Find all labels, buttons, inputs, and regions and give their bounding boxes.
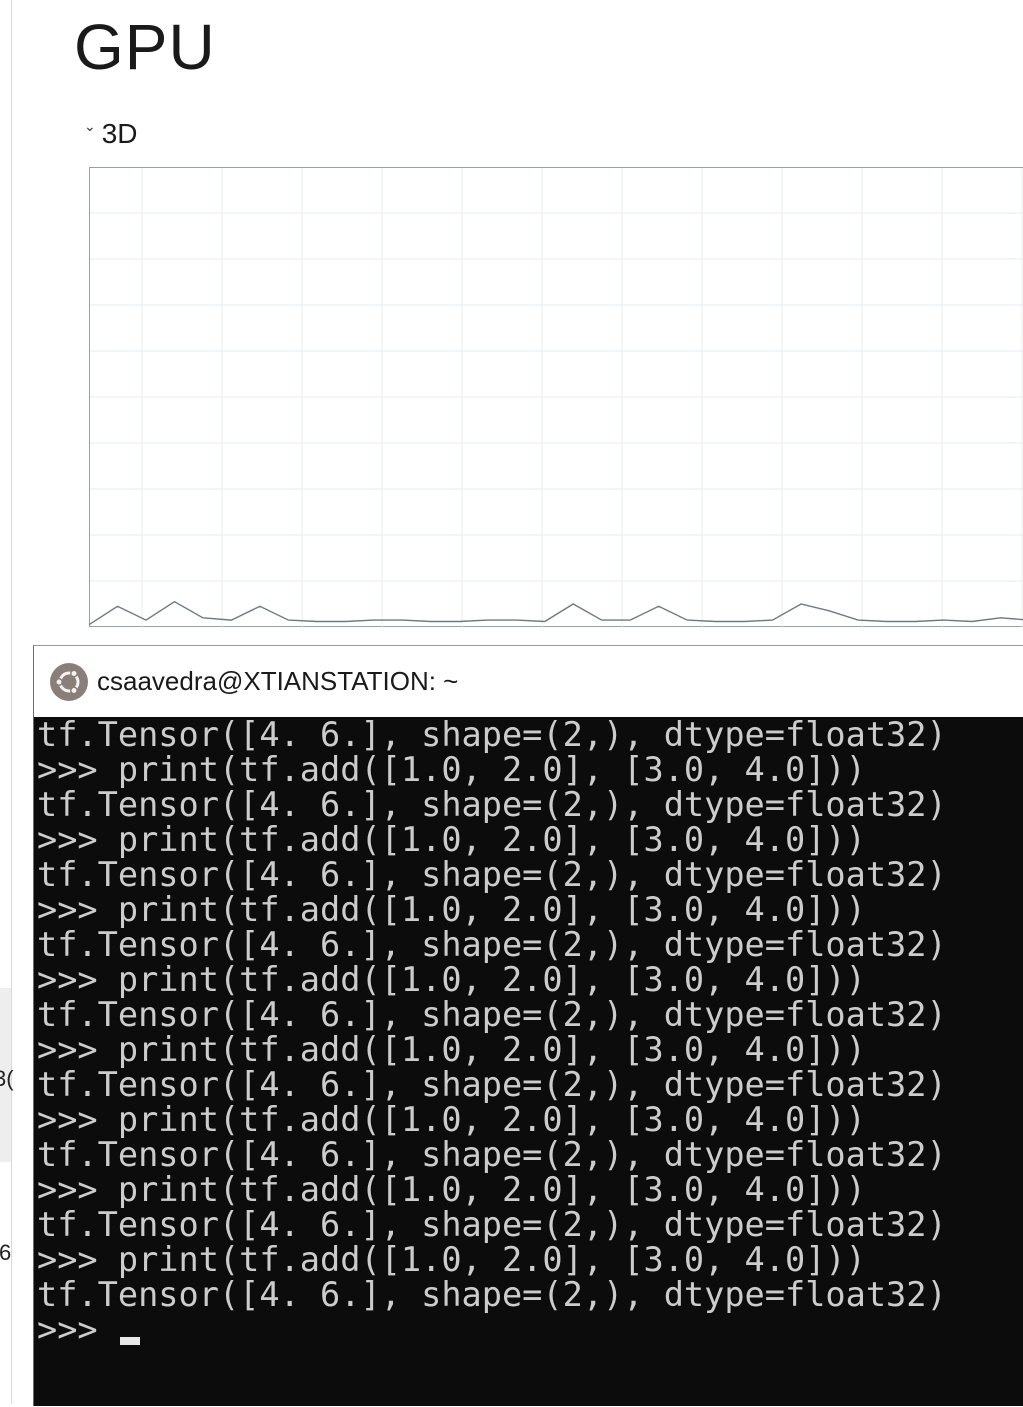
terminal-window-title: csaavedra@XTIANSTATION: ~ [97, 666, 458, 697]
terminal-line: tf.Tensor([4. 6.], shape=(2,), dtype=flo… [37, 857, 1023, 892]
text-cursor [120, 1337, 140, 1345]
page-title: GPU [74, 10, 216, 84]
terminal-window[interactable]: csaavedra@XTIANSTATION: ~ tf.Tensor([4. … [33, 645, 1023, 1406]
terminal-line: tf.Tensor([4. 6.], shape=(2,), dtype=flo… [37, 1067, 1023, 1102]
left-navigation-strip [0, 0, 12, 1404]
terminal-line: >>> print(tf.add([1.0, 2.0], [3.0, 4.0])… [37, 1102, 1023, 1137]
terminal-line: >>> print(tf.add([1.0, 2.0], [3.0, 4.0])… [37, 822, 1023, 857]
terminal-line: tf.Tensor([4. 6.], shape=(2,), dtype=flo… [37, 997, 1023, 1032]
terminal-output[interactable]: tf.Tensor([4. 6.], shape=(2,), dtype=flo… [37, 717, 1023, 1407]
terminal-line: tf.Tensor([4. 6.], shape=(2,), dtype=flo… [37, 1137, 1023, 1172]
terminal-lines: tf.Tensor([4. 6.], shape=(2,), dtype=flo… [37, 717, 1023, 1312]
terminal-line: tf.Tensor([4. 6.], shape=(2,), dtype=flo… [37, 927, 1023, 962]
terminal-line: >>> print(tf.add([1.0, 2.0], [3.0, 4.0])… [37, 1172, 1023, 1207]
edge-clipped-text-2: 6 [0, 1240, 11, 1266]
terminal-prompt: >>> [37, 1310, 118, 1349]
terminal-line: >>> print(tf.add([1.0, 2.0], [3.0, 4.0])… [37, 752, 1023, 787]
terminal-line: >>> print(tf.add([1.0, 2.0], [3.0, 4.0])… [37, 1242, 1023, 1277]
terminal-title-bar[interactable]: csaavedra@XTIANSTATION: ~ [34, 646, 1023, 717]
terminal-line: tf.Tensor([4. 6.], shape=(2,), dtype=flo… [37, 1277, 1023, 1312]
terminal-line: tf.Tensor([4. 6.], shape=(2,), dtype=flo… [37, 787, 1023, 822]
terminal-line: tf.Tensor([4. 6.], shape=(2,), dtype=flo… [37, 1207, 1023, 1242]
terminal-line: tf.Tensor([4. 6.], shape=(2,), dtype=flo… [37, 717, 1023, 752]
engine-label: 3D [102, 118, 138, 150]
ubuntu-icon [49, 662, 89, 702]
edge-clipped-text-1: 3( [0, 1066, 14, 1092]
terminal-line: >>> print(tf.add([1.0, 2.0], [3.0, 4.0])… [37, 962, 1023, 997]
engine-selector[interactable]: ⌄ 3D [84, 116, 138, 152]
gpu-3d-utilization-graph [89, 167, 1023, 627]
terminal-line: >>> print(tf.add([1.0, 2.0], [3.0, 4.0])… [37, 892, 1023, 927]
terminal-prompt-line[interactable]: >>> [37, 1312, 1023, 1347]
chevron-down-icon: ⌄ [84, 119, 96, 135]
terminal-line: >>> print(tf.add([1.0, 2.0], [3.0, 4.0])… [37, 1032, 1023, 1067]
